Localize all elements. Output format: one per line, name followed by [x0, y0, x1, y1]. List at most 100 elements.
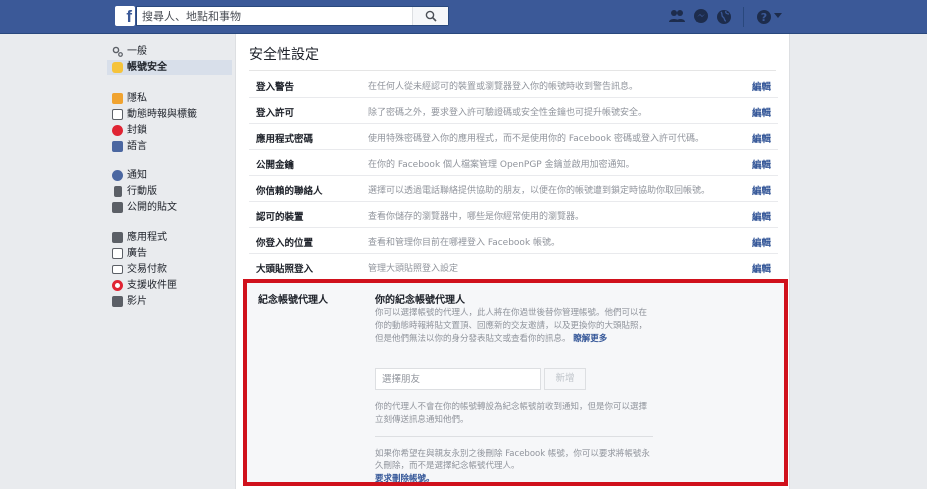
sidebar-item-label: 影片: [127, 296, 147, 307]
search-icon: [425, 10, 437, 22]
search-box: [136, 6, 449, 26]
block-icon: [112, 125, 123, 136]
legacy-contact-description: 你可以選擇帳號的代理人，此人將在你過世後替你管理帳號。他們可以在你的動態時報將貼…: [375, 307, 653, 346]
sidebar-item-label: 應用程式: [127, 232, 167, 243]
setting-row-login-approvals[interactable]: 登入許可 除了密碼之外，要求登入許可驗證碼或安全性金鑰也可提升帳號安全。 編輯: [249, 98, 778, 124]
edit-link[interactable]: 編輯: [752, 183, 771, 197]
sidebar-item-mobile[interactable]: 行動版: [107, 184, 232, 199]
settings-page: 一般 帳號安全 隱私 動態時報與標籤 封鎖 語言 通知 行動版 公開的貼文 應用…: [105, 34, 790, 489]
globe-icon: [112, 170, 123, 181]
sidebar-item-timeline[interactable]: 動態時報與標籤: [107, 107, 232, 122]
ads-icon: [112, 248, 123, 259]
sidebar-item-label: 一般: [127, 46, 147, 57]
sidebar-item-notifications[interactable]: 通知: [107, 168, 232, 183]
messages-icon[interactable]: [692, 8, 710, 26]
sidebar-item-label: 動態時報與標籤: [127, 109, 197, 120]
edit-link[interactable]: 編輯: [752, 261, 771, 275]
divider: [249, 70, 776, 71]
settings-sidebar: 一般 帳號安全 隱私 動態時報與標籤 封鎖 語言 通知 行動版 公開的貼文 應用…: [105, 34, 235, 489]
sidebar-item-security[interactable]: 帳號安全: [107, 60, 232, 75]
legacy-contact-heading: 你的紀念帳號代理人: [375, 295, 465, 306]
privacy-lock-icon: [112, 93, 123, 104]
sidebar-item-ads[interactable]: 廣告: [107, 246, 232, 261]
setting-title: 登入許可: [256, 108, 295, 119]
support-icon: [112, 280, 123, 291]
top-navigation-bar: f ?: [0, 0, 927, 34]
video-icon: [112, 296, 123, 307]
setting-row-app-passwords[interactable]: 應用程式密碼 使用特殊密碼登入你的應用程式，而不是使用你的 Facebook 密…: [249, 124, 778, 150]
sidebar-item-label: 交易付款: [127, 264, 167, 275]
search-input[interactable]: [142, 10, 412, 23]
language-icon: [112, 141, 123, 152]
sidebar-item-label: 隱私: [127, 93, 147, 104]
request-account-deletion-link[interactable]: 要求刪除帳號。: [375, 472, 435, 484]
legacy-contact-section: 紀念帳號代理人 你的紀念帳號代理人 你可以選擇帳號的代理人，此人將在你過世後替你…: [243, 279, 788, 486]
setting-title: 大頭貼照登入: [256, 264, 314, 275]
dropdown-caret-icon[interactable]: [773, 12, 783, 20]
friends-icon[interactable]: [668, 8, 686, 26]
setting-title: 應用程式密碼: [256, 134, 314, 145]
sidebar-item-public-posts[interactable]: 公開的貼文: [107, 200, 232, 215]
setting-description: 在任何人從未經認可的裝置或瀏覽器登入你的帳號時收到警告訊息。: [368, 82, 639, 92]
setting-title: 認可的裝置: [256, 212, 304, 223]
sidebar-item-label: 通知: [127, 170, 147, 181]
setting-title: 你登入的位置: [256, 238, 314, 249]
help-icon[interactable]: ?: [755, 8, 773, 26]
legacy-contact-note: 你的代理人不會在你的帳號轉設為紀念帳號前收到通知，但是你可以選擇立刻傳送訊息通知…: [375, 402, 648, 425]
setting-row-recognized-devices[interactable]: 認可的裝置 查看你儲存的瀏覽器中，哪些是你經常使用的瀏覽器。 編輯: [249, 202, 778, 228]
setting-title: 紀念帳號代理人: [258, 295, 328, 306]
setting-description: 查看和管理你目前在哪裡登入 Facebook 帳號。: [368, 238, 561, 248]
sidebar-item-apps[interactable]: 應用程式: [107, 230, 232, 245]
rss-icon: [112, 202, 123, 213]
sidebar-item-general[interactable]: 一般: [107, 44, 232, 59]
payments-icon: [112, 265, 123, 274]
sidebar-item-label: 行動版: [127, 186, 157, 197]
notifications-globe-icon[interactable]: [715, 8, 733, 26]
sidebar-item-label: 帳號安全: [127, 62, 167, 73]
setting-row-login-alerts[interactable]: 登入警告 在任何人從未經認可的裝置或瀏覽器登入你的帳號時收到警告訊息。 編輯: [249, 72, 778, 98]
edit-link[interactable]: 編輯: [752, 105, 771, 119]
choose-friend-input[interactable]: [375, 368, 541, 390]
edit-link[interactable]: 編輯: [752, 157, 771, 171]
sidebar-item-support-inbox[interactable]: 支援收件匣: [107, 278, 232, 293]
edit-link[interactable]: 編輯: [752, 79, 771, 93]
setting-row-public-key[interactable]: 公開金鑰 在你的 Facebook 個人檔案管理 OpenPGP 金鑰並啟用加密…: [249, 150, 778, 176]
sidebar-item-label: 支援收件匣: [127, 280, 177, 291]
apps-icon: [112, 232, 123, 243]
sidebar-item-language[interactable]: 語言: [107, 139, 232, 154]
edit-link[interactable]: 編輯: [752, 209, 771, 223]
setting-title: 公開金鑰: [256, 160, 295, 171]
sidebar-item-label: 公開的貼文: [127, 202, 177, 213]
add-button[interactable]: 新增: [544, 368, 586, 390]
setting-description: 除了密碼之外，要求登入許可驗證碼或安全性金鑰也可提升帳號安全。: [368, 108, 648, 118]
edit-link[interactable]: 編輯: [752, 235, 771, 249]
sidebar-item-videos[interactable]: 影片: [107, 294, 232, 309]
setting-row-where-logged-in[interactable]: 你登入的位置 查看和管理你目前在哪裡登入 Facebook 帳號。 編輯: [249, 228, 778, 254]
setting-row-profile-picture-login[interactable]: 大頭貼照登入 管理大頭貼照登入設定 編輯: [249, 254, 778, 280]
setting-description: 管理大頭貼照登入設定: [368, 264, 459, 274]
gear-icon: [112, 46, 123, 57]
timeline-icon: [112, 109, 123, 120]
header-divider: [743, 7, 744, 27]
sidebar-item-privacy[interactable]: 隱私: [107, 91, 232, 106]
setting-row-trusted-contacts[interactable]: 你信賴的聯絡人 選擇可以透過電話聯絡提供協助的朋友，以便在你的帳號遭到鎖定時協助…: [249, 176, 778, 202]
shield-icon: [112, 62, 123, 73]
svg-text:?: ?: [761, 11, 767, 24]
divider: [375, 436, 653, 437]
edit-link[interactable]: 編輯: [752, 131, 771, 145]
sidebar-item-label: 封鎖: [127, 125, 147, 136]
sidebar-item-payments[interactable]: 交易付款: [107, 262, 232, 277]
learn-more-link[interactable]: 瞭解更多: [573, 334, 607, 344]
setting-description: 選擇可以透過電話聯絡提供協助的朋友，以便在你的帳號遭到鎖定時協助你取回帳號。: [368, 186, 711, 196]
sidebar-item-blocking[interactable]: 封鎖: [107, 123, 232, 138]
setting-title: 登入警告: [256, 82, 295, 93]
setting-title: 你信賴的聯絡人: [256, 186, 323, 197]
setting-description: 查看你儲存的瀏覽器中，哪些是你經常使用的瀏覽器。: [368, 212, 585, 222]
sidebar-item-label: 廣告: [127, 248, 147, 259]
setting-description: 使用特殊密碼登入你的應用程式，而不是使用你的 Facebook 密碼或登入許可代…: [368, 134, 705, 144]
search-button[interactable]: [412, 7, 448, 25]
account-deletion-text: 如果你希望在與親友永別之後刪除 Facebook 帳號，你可以要求將帳號永久刪除…: [375, 449, 650, 471]
facebook-logo[interactable]: f: [115, 6, 135, 26]
page-title: 安全性設定: [249, 47, 319, 63]
setting-description: 在你的 Facebook 個人檔案管理 OpenPGP 金鑰並啟用加密通知。: [368, 160, 635, 170]
